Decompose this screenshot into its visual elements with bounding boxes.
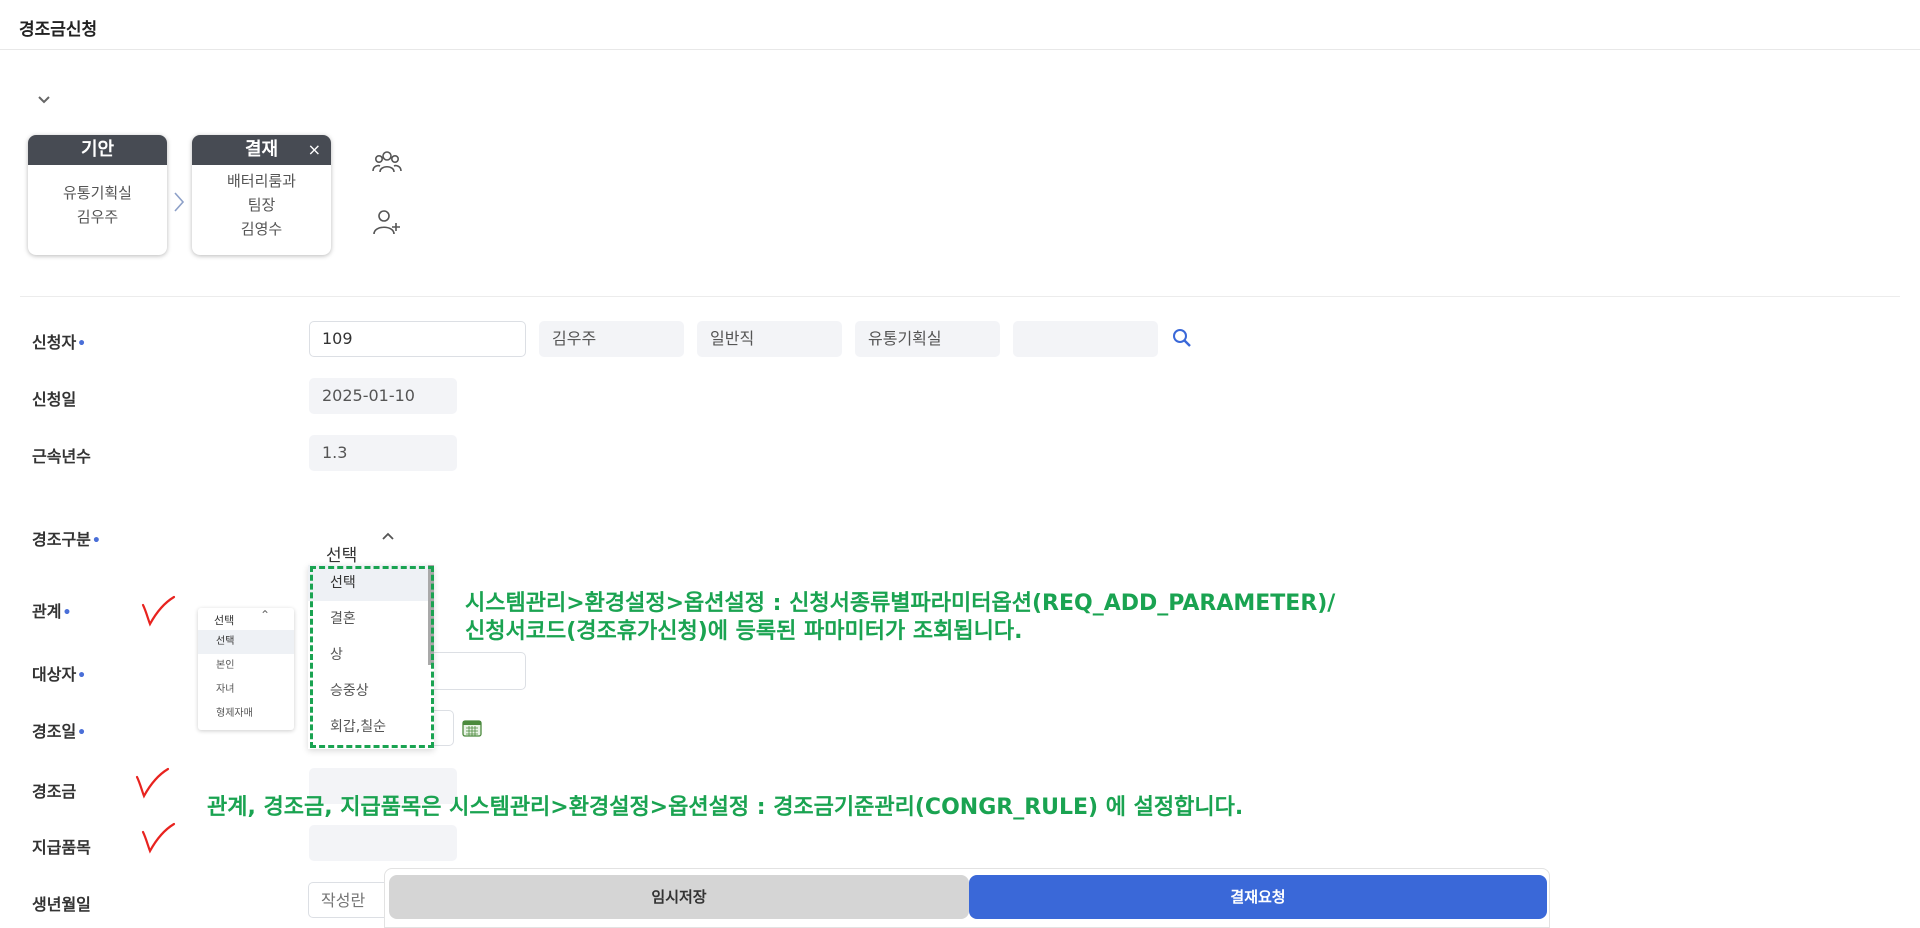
save-draft-button[interactable]: 임시저장	[389, 875, 969, 919]
dropdown-option[interactable]: 결혼	[308, 601, 434, 637]
close-icon[interactable]: ×	[308, 135, 321, 165]
required-dot: •	[62, 605, 72, 621]
check-mark-annotation	[141, 822, 176, 854]
relation-popup: 선택 ⌃ 선택 본인 자녀 형제자매	[198, 608, 294, 730]
applicant-extra-field	[1013, 321, 1158, 357]
dropdown-option[interactable]: 선택	[308, 565, 434, 601]
page-title: 경조금신청	[19, 20, 98, 40]
dropdown-option[interactable]: 회갑,칠순	[308, 709, 434, 745]
approval-name: 김우주	[76, 208, 119, 226]
event-type-dropdown: 선택 결혼 상 승중상 회갑,칠순	[308, 565, 434, 749]
page-header: 경조금신청	[0, 0, 1920, 50]
event-type-select[interactable]: 선택	[326, 541, 357, 566]
gift-label: 지급품목	[32, 838, 91, 857]
chevron-up-icon[interactable]	[378, 528, 398, 544]
relation-label: 관계•	[32, 598, 71, 622]
birth-date-label: 생년월일	[32, 895, 91, 914]
required-dot: •	[77, 336, 87, 352]
label-text: 경조일	[32, 722, 77, 741]
approval-dept: 유통기획실	[62, 184, 132, 202]
event-type-label: 경조구분•	[32, 526, 101, 550]
applicant-name-field: 김우주	[539, 321, 684, 357]
action-button-bar: 임시저장 결재요청	[384, 868, 1550, 928]
dropdown-option[interactable]: 승중상	[308, 673, 434, 709]
relation-option[interactable]: 본인	[198, 654, 294, 678]
section-divider	[20, 296, 1900, 297]
birth-date-input[interactable]	[308, 882, 390, 918]
approval-position: 팀장	[247, 196, 276, 214]
approval-card-approve: 결재 × 배터리룸과 팀장 김영수	[192, 135, 331, 255]
years-of-service-field: 1.3	[309, 435, 457, 471]
years-of-service-label: 근속년수	[32, 447, 91, 466]
check-mark-annotation	[135, 767, 170, 799]
approval-card-draft: 기안 유통기획실 김우주	[28, 135, 167, 255]
label-text: 경조구분	[32, 530, 91, 549]
label-text: 관계	[32, 602, 62, 621]
gift-field	[309, 825, 457, 861]
amount-label: 경조금	[32, 782, 77, 801]
applicant-dept-field: 유통기획실	[855, 321, 1000, 357]
chevron-down-icon[interactable]	[36, 92, 52, 108]
event-date-label: 경조일•	[32, 718, 86, 742]
approval-card-head: 결재	[244, 139, 279, 160]
search-icon[interactable]	[1170, 326, 1194, 350]
relation-option[interactable]: 선택	[198, 630, 294, 654]
approval-card-head: 기안	[80, 139, 115, 160]
apply-date-field: 2025-01-10	[309, 378, 457, 414]
applicant-job-type-field: 일반직	[697, 321, 842, 357]
calendar-icon[interactable]	[462, 719, 482, 737]
annotation-note-parameter-2: 신청서코드(경조휴가신청)에 등록된 파마미터가 조회됩니다.	[465, 619, 1023, 644]
applicant-emp-no-field[interactable]: 109	[309, 321, 526, 357]
group-icon[interactable]	[370, 146, 404, 180]
approval-dept: 배터리룸과	[226, 172, 296, 190]
label-text: 대상자	[32, 665, 77, 684]
dropdown-scrollbar[interactable]	[428, 565, 434, 665]
apply-date-label: 신청일	[32, 390, 77, 409]
relation-option[interactable]: 형제자매	[198, 702, 294, 726]
annotation-note-rule: 관계, 경조금, 지급품목은 시스템관리>환경설정>옵션설정 : 경조금기준관리…	[207, 795, 1244, 820]
target-label: 대상자•	[32, 661, 86, 685]
required-dot: •	[77, 668, 87, 684]
label-text: 신청자	[32, 333, 77, 352]
chevron-up-icon[interactable]: ⌃	[260, 608, 270, 622]
dropdown-option[interactable]: 상	[308, 637, 434, 673]
check-mark-annotation	[141, 595, 176, 627]
required-dot: •	[77, 725, 87, 741]
applicant-label: 신청자•	[32, 329, 86, 353]
required-dot: •	[91, 533, 101, 549]
chevron-right-icon	[174, 192, 185, 212]
add-user-icon[interactable]	[370, 206, 404, 240]
submit-approval-button[interactable]: 결재요청	[969, 875, 1547, 919]
approval-name: 김영수	[240, 220, 283, 238]
relation-option[interactable]: 자녀	[198, 678, 294, 702]
relation-popup-title: 선택	[214, 614, 235, 627]
